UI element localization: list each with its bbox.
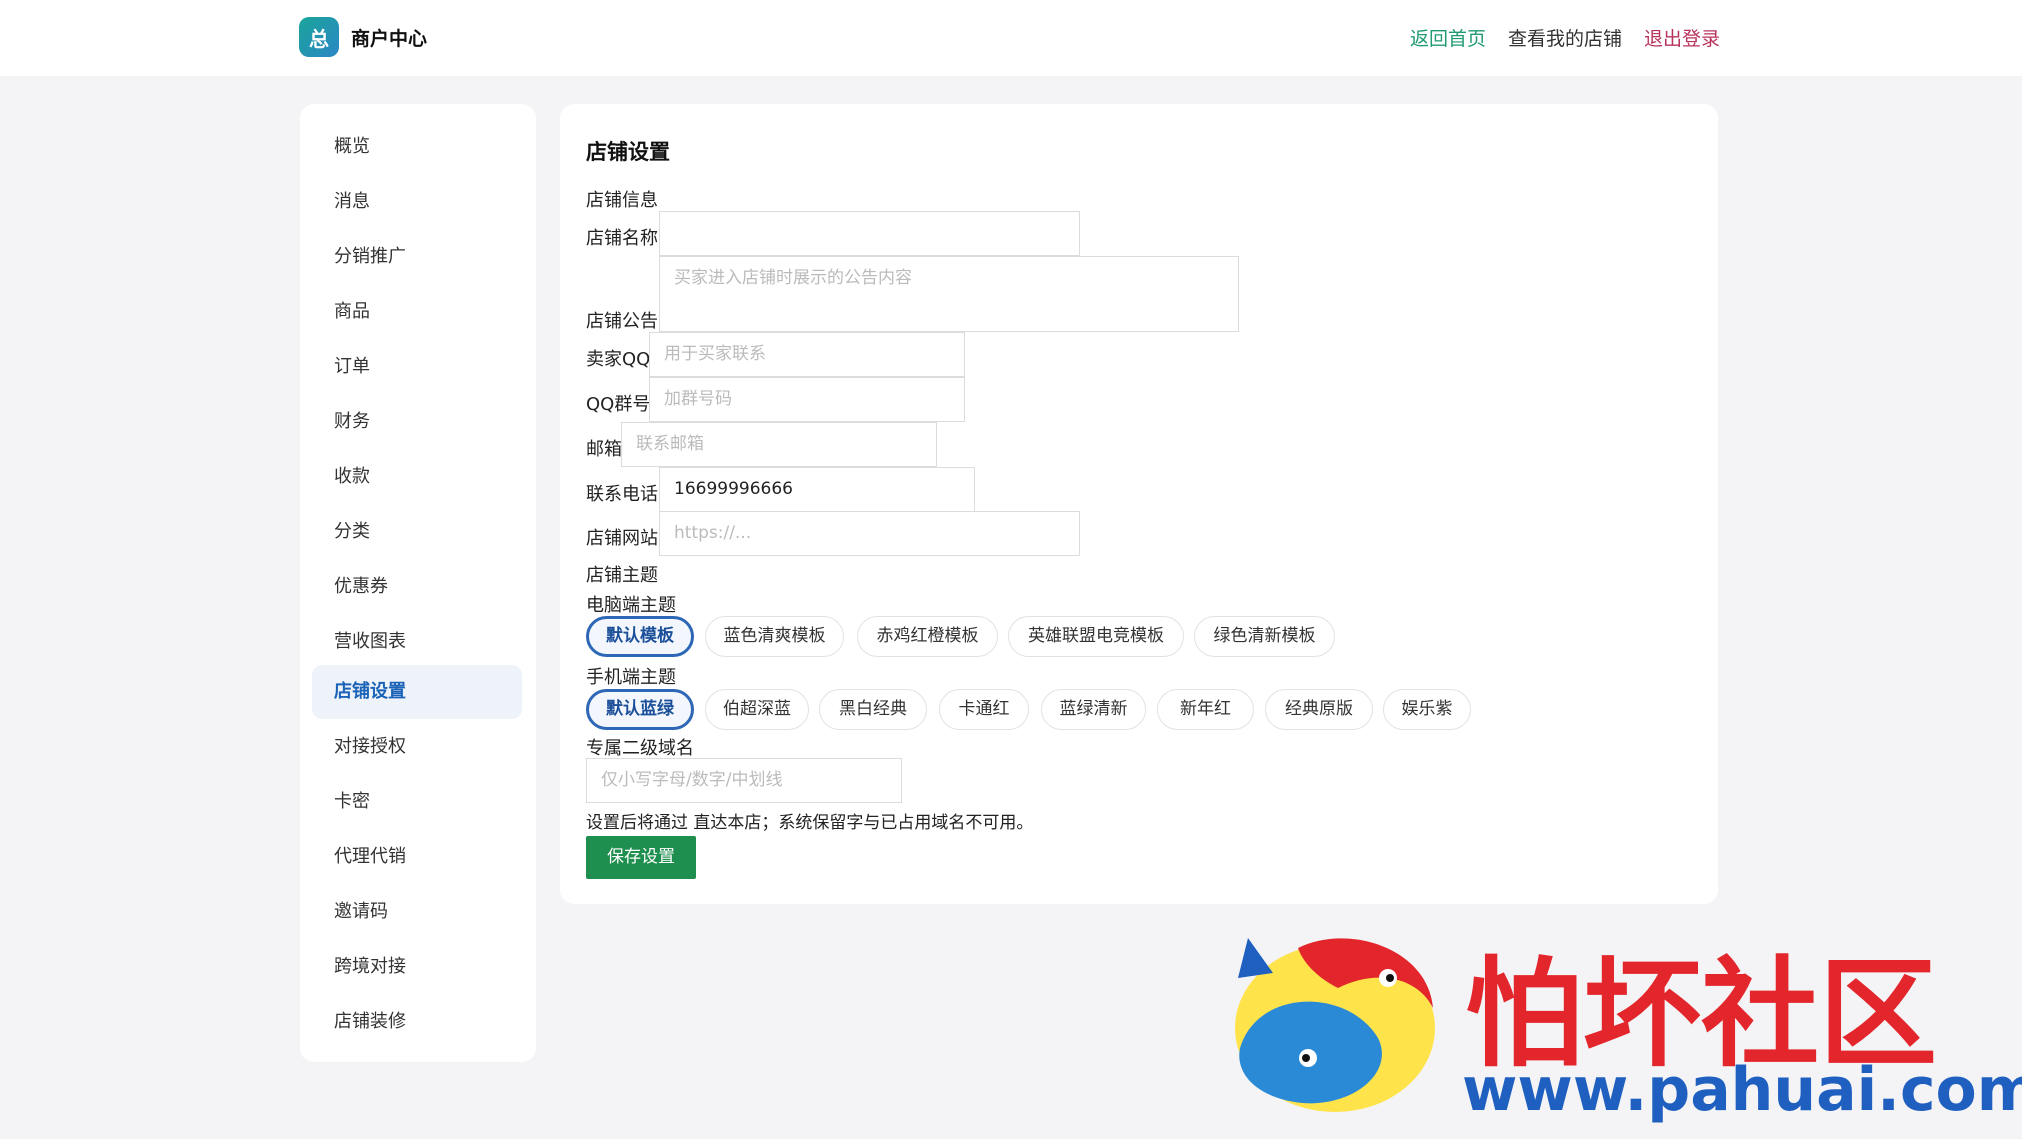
my-shop-link[interactable]: 查看我的店铺 [1508,24,1622,51]
shop-settings-card: 店铺设置 店铺信息 店铺名称 买家进入店铺时展示的公告内容 店铺公告 卖家QQ … [560,104,1718,904]
sidebar-item-shop-settings[interactable]: 店铺设置 [312,665,522,719]
seller-qq-input[interactable]: 用于买家联系 [649,332,965,377]
email-label: 邮箱 [586,439,622,460]
website-label: 店铺网站 [586,528,658,549]
sidebar-item-payments[interactable]: 收款 [312,450,522,504]
phone-label: 联系电话 [586,484,658,505]
qq-group-input[interactable]: 加群号码 [649,377,965,422]
section-shop-info: 店铺信息 [586,190,658,211]
pc-theme-lol-esports[interactable]: 英雄联盟电竞模板 [1008,616,1184,657]
sidebar: 概览 消息 分销推广 商品 订单 财务 收款 分类 优惠券 营收图表 店铺设置 … [300,104,536,1062]
email-input[interactable]: 联系邮箱 [621,422,937,467]
sidebar-item-distribution[interactable]: 分销推广 [312,230,522,284]
subdomain-label: 专属二级域名 [586,738,694,759]
sidebar-item-coupons[interactable]: 优惠券 [312,560,522,614]
sidebar-item-orders[interactable]: 订单 [312,340,522,394]
mobile-theme-classic[interactable]: 经典原版 [1265,689,1373,730]
section-shop-theme: 店铺主题 [586,565,658,586]
mobile-theme-new-year-red[interactable]: 新年红 [1157,689,1254,730]
logout-link[interactable]: 退出登录 [1644,24,1720,51]
shop-name-input[interactable] [659,211,1080,256]
watermark-fish-logo [1235,938,1435,1112]
sidebar-item-overview[interactable]: 概览 [312,120,522,174]
mobile-theme-cartoon-red[interactable]: 卡通红 [939,689,1029,730]
sidebar-item-cross-border[interactable]: 跨境对接 [312,940,522,994]
website-input[interactable]: https://... [659,511,1080,556]
top-nav: 返回首页 查看我的店铺 退出登录 [1410,24,1720,51]
sidebar-item-messages[interactable]: 消息 [312,175,522,229]
announcement-textarea[interactable]: 买家进入店铺时展示的公告内容 [659,256,1239,332]
home-link[interactable]: 返回首页 [1410,24,1486,51]
brand-title[interactable]: 商户中心 [351,24,427,51]
pc-theme-default[interactable]: 默认模板 [586,616,694,657]
shop-name-label: 店铺名称 [586,228,658,249]
top-header: 总 商户中心 返回首页 查看我的店铺 退出登录 [0,0,2022,76]
pc-theme-blue[interactable]: 蓝色清爽模板 [705,616,844,657]
logo-icon[interactable]: 总 [299,17,339,57]
mobile-theme-bw-classic[interactable]: 黑白经典 [819,689,927,730]
mobile-theme-label: 手机端主题 [586,667,676,688]
seller-qq-label: 卖家QQ [586,349,651,370]
pc-theme-label: 电脑端主题 [586,595,676,616]
sidebar-item-products[interactable]: 商品 [312,285,522,339]
mobile-theme-purple[interactable]: 娱乐紫 [1383,689,1471,730]
mobile-theme-default[interactable]: 默认蓝绿 [586,689,694,730]
qq-group-label: QQ群号 [586,394,651,415]
pc-theme-green[interactable]: 绿色清新模板 [1194,616,1335,657]
sidebar-item-card-keys[interactable]: 卡密 [312,775,522,829]
subdomain-hint: 设置后将通过 直达本店；系统保留字与已占用域名不可用。 [586,813,1034,833]
sidebar-item-api-auth[interactable]: 对接授权 [312,720,522,774]
watermark-url: www.pahuai.com [1462,1055,2022,1125]
announcement-label: 店铺公告 [586,311,658,332]
mobile-theme-deep-blue[interactable]: 伯超深蓝 [705,689,809,730]
sidebar-item-categories[interactable]: 分类 [312,505,522,559]
phone-input[interactable]: 16699996666 [659,467,975,512]
sidebar-item-agency[interactable]: 代理代销 [312,830,522,884]
sidebar-item-invite-codes[interactable]: 邀请码 [312,885,522,939]
save-settings-button[interactable]: 保存设置 [586,836,696,879]
subdomain-input[interactable]: 仅小写字母/数字/中划线 [586,758,902,803]
mobile-theme-blue-green[interactable]: 蓝绿清新 [1041,689,1146,730]
page-title: 店铺设置 [586,140,670,164]
sidebar-item-revenue-chart[interactable]: 营收图表 [312,615,522,669]
sidebar-item-decoration[interactable]: 店铺装修 [312,995,522,1049]
sidebar-item-finance[interactable]: 财务 [312,395,522,449]
pc-theme-red-orange[interactable]: 赤鸡红橙模板 [857,616,998,657]
